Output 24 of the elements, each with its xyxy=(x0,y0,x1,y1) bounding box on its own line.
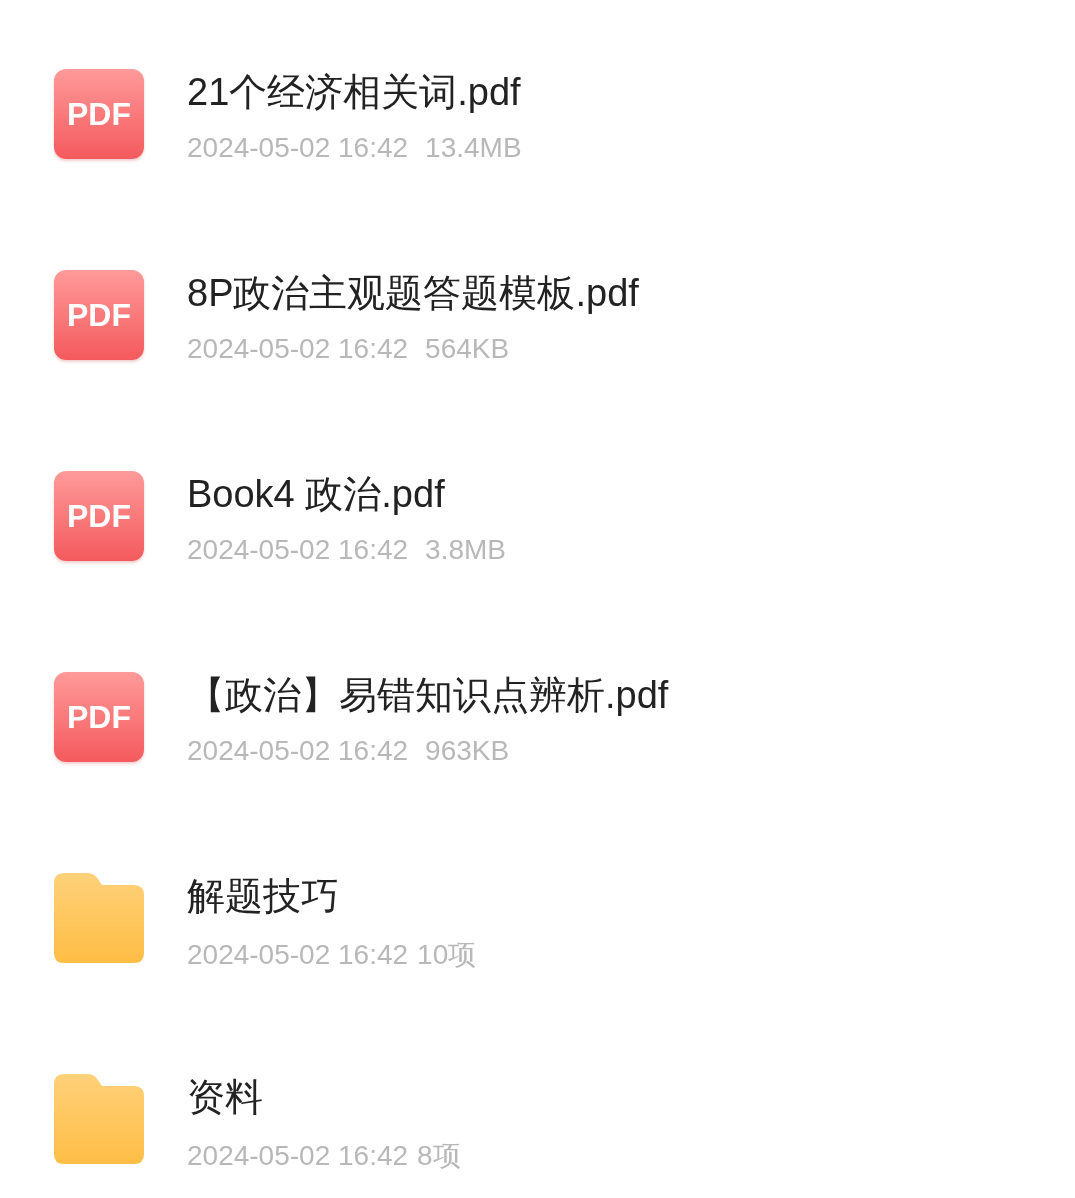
file-name: 解题技巧 xyxy=(187,874,340,919)
modified-date: 2024-05-02 16:42 xyxy=(187,735,409,767)
file-name: 8P政治主观题答题模板.pdf xyxy=(187,271,639,316)
item-count: 8项 xyxy=(417,1139,461,1173)
modified-date: 2024-05-02 16:42 xyxy=(187,1140,409,1172)
file-name: 资料 xyxy=(187,1075,264,1120)
file-size: 564KB xyxy=(425,333,510,365)
pdf-icon: PDF xyxy=(54,69,144,159)
modified-date: 2024-05-02 16:42 xyxy=(187,132,409,164)
file-name: Book4 政治.pdf xyxy=(187,472,446,517)
file-name: 【政治】易错知识点辨析.pdf xyxy=(187,673,669,718)
modified-date: 2024-05-02 16:42 xyxy=(187,939,409,971)
folder-icon xyxy=(54,1074,144,1164)
pdf-icon: PDF xyxy=(54,471,144,561)
pdf-icon: PDF xyxy=(54,270,144,360)
pdf-icon: PDF xyxy=(54,672,144,762)
item-count: 10项 xyxy=(417,938,477,972)
modified-date: 2024-05-02 16:42 xyxy=(187,534,409,566)
file-size: 3.8MB xyxy=(425,534,506,566)
folder-icon xyxy=(54,873,144,963)
modified-date: 2024-05-02 16:42 xyxy=(187,333,409,365)
file-name: 21个经济相关词.pdf xyxy=(187,70,522,115)
file-size: 963KB xyxy=(425,735,510,767)
file-size: 13.4MB xyxy=(425,132,522,164)
